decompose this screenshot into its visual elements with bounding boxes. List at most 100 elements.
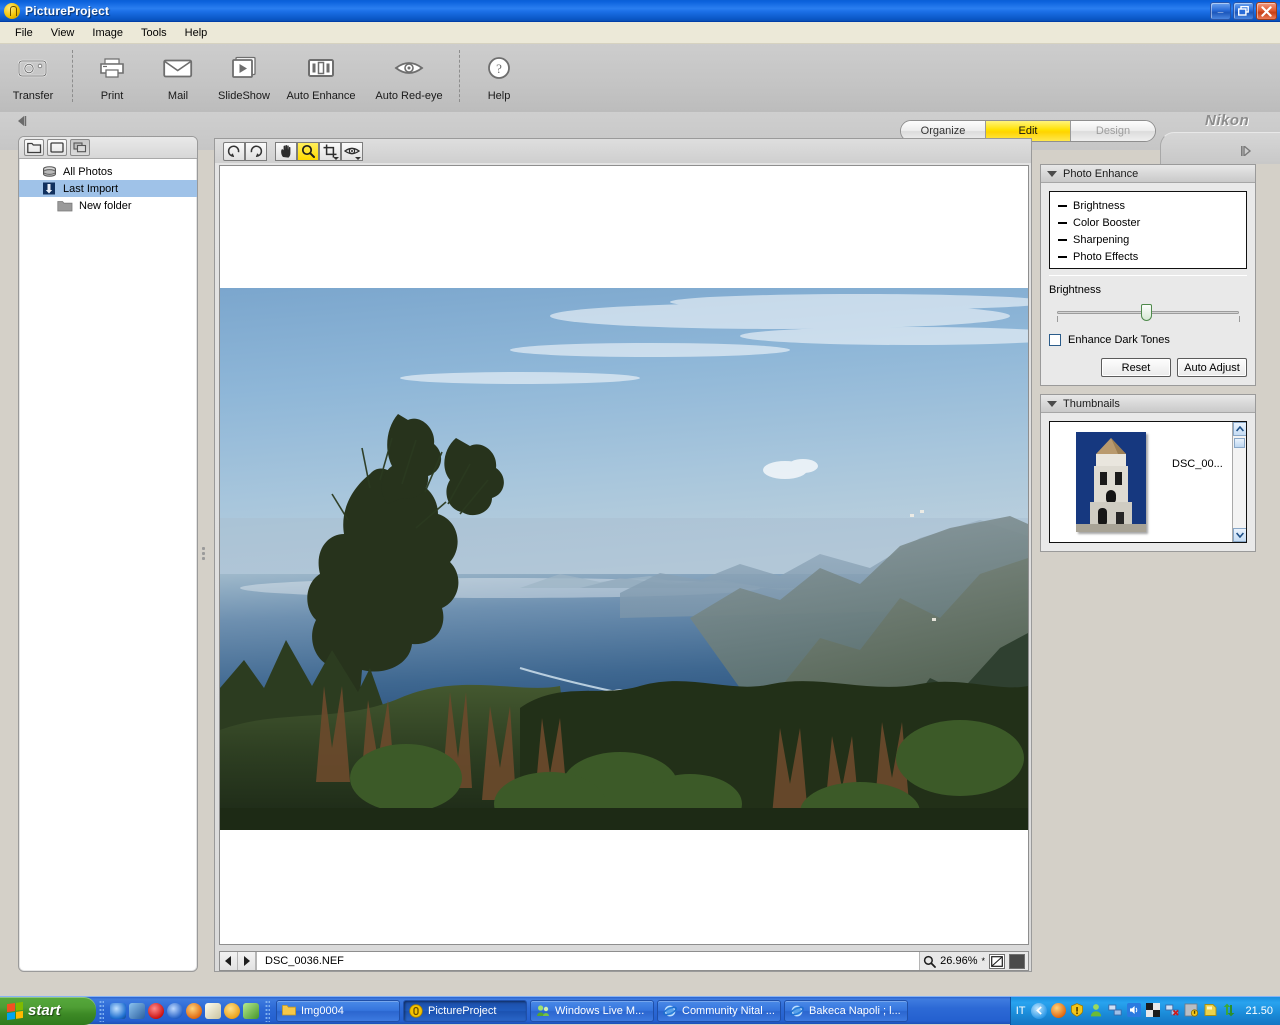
taskbar-item-pictureproject[interactable]: PictureProject (403, 999, 527, 1022)
window-title: PictureProject (25, 3, 110, 18)
hand-tool[interactable] (275, 141, 297, 161)
menu-help[interactable]: Help (176, 24, 217, 42)
image-canvas[interactable] (219, 165, 1029, 945)
chrome-quicklaunch[interactable] (224, 1002, 240, 1019)
toolbar-button-mail[interactable]: Mail (145, 48, 211, 102)
sidebar-splitter-handle[interactable] (202, 545, 208, 560)
list-item[interactable]: Brightness (1058, 197, 1238, 214)
toolbar-button-auto-red-eye[interactable]: Auto Red-eye (365, 48, 453, 102)
auto-enhance-icon (304, 53, 338, 83)
enhance-dark-tones-row[interactable]: Enhance Dark Tones (1049, 334, 1247, 346)
internet-explorer-quicklaunch[interactable] (110, 1002, 126, 1019)
menu-view[interactable]: View (42, 24, 84, 42)
crop-tool[interactable] (319, 141, 341, 161)
thumbnails-header[interactable]: Thumbnails (1041, 395, 1255, 413)
tree-item-all-photos[interactable]: All Photos (19, 163, 197, 180)
brightness-slider[interactable] (1049, 302, 1247, 324)
list-item[interactable]: Photo Effects (1058, 248, 1238, 265)
list-item[interactable]: Sharpening (1058, 231, 1238, 248)
scroll-down-button[interactable] (1233, 528, 1246, 542)
list-item-label: Color Booster (1073, 216, 1141, 229)
next-image-button[interactable] (238, 952, 256, 970)
zoom-level-value[interactable]: 26.96% (940, 955, 977, 967)
security-alert-tray-icon[interactable] (1184, 1003, 1199, 1018)
scroll-up-button[interactable] (1233, 422, 1246, 436)
enhance-dark-tones-checkbox[interactable] (1049, 334, 1061, 346)
expand-right-arrow-icon[interactable] (1240, 146, 1254, 158)
collapse-left-arrow-icon[interactable] (16, 115, 30, 127)
show-hidden-icons-chevron[interactable] (1031, 1002, 1048, 1019)
list-item-label: Brightness (1073, 199, 1125, 212)
menu-file[interactable]: File (6, 24, 42, 42)
list-item[interactable]: Color Booster (1058, 214, 1238, 231)
firefox-tray-icon[interactable] (1051, 1003, 1067, 1018)
actual-size-button[interactable] (1009, 953, 1025, 969)
previous-image-button[interactable] (220, 952, 238, 970)
photo-image (220, 288, 1028, 830)
toolbar-button-transfer[interactable]: Transfer (0, 48, 66, 102)
opera-quicklaunch[interactable] (148, 1002, 164, 1019)
messenger-quicklaunch[interactable] (243, 1002, 259, 1019)
notepad-quicklaunch[interactable] (205, 1002, 221, 1019)
tree-item-new-folder[interactable]: New folder (19, 197, 197, 214)
taskbar-item-windows-live-messenger[interactable]: Windows Live M... (530, 999, 654, 1022)
crop-tool-dropdown-caret[interactable] (333, 156, 339, 160)
enhance-options-list[interactable]: Brightness Color Booster Sharpening Phot… (1049, 191, 1247, 269)
maximize-button[interactable] (1233, 2, 1254, 20)
photo-enhance-header[interactable]: Photo Enhance (1041, 165, 1255, 183)
rotate-left-tool[interactable] (223, 141, 245, 161)
scrollbar-thumb[interactable] (1234, 438, 1245, 448)
taskbar-clock[interactable]: 21.50 (1245, 1005, 1273, 1017)
thumbnail-label: DSC_00... (1172, 458, 1223, 470)
fit-to-window-button[interactable] (989, 953, 1005, 969)
auto-adjust-button[interactable]: Auto Adjust (1177, 358, 1247, 377)
taskbar-item-img0004[interactable]: Img0004 (276, 999, 400, 1022)
folder-view-button[interactable] (24, 139, 44, 156)
red-eye-tool[interactable] (341, 141, 363, 161)
checkers-tray-icon[interactable] (1146, 1003, 1161, 1018)
network-disconnected-tray-icon[interactable] (1165, 1003, 1180, 1018)
rotate-cw-icon (250, 145, 263, 157)
language-indicator[interactable]: IT (1016, 1005, 1026, 1017)
minimize-button[interactable]: _ (1210, 2, 1231, 20)
toolbar-button-slideshow[interactable]: SlideShow (211, 48, 277, 102)
menu-tools[interactable]: Tools (132, 24, 176, 42)
media-player-quicklaunch[interactable] (167, 1002, 183, 1019)
gold-disk-tray-icon[interactable] (1203, 1003, 1218, 1018)
taskbar-separator (99, 999, 104, 1022)
update-arrows-tray-icon[interactable] (1222, 1003, 1237, 1018)
taskbar-item-bakeca-napoli[interactable]: Bakeca Napoli ; l... (784, 999, 908, 1022)
split-pane-button[interactable] (70, 139, 90, 156)
chevron-down-icon[interactable] (1047, 400, 1057, 407)
network-tray-icon[interactable] (1108, 1003, 1123, 1018)
taskbar-item-community-nital[interactable]: Community Nital ... (657, 999, 781, 1022)
bell-tower-thumbnail[interactable] (1076, 432, 1146, 532)
volume-tray-icon[interactable] (1127, 1003, 1142, 1018)
folder-gray-icon (57, 199, 73, 213)
close-button[interactable] (1256, 2, 1277, 20)
toolbar-button-help[interactable]: ? Help (466, 48, 532, 102)
tab-design[interactable]: Design (1070, 121, 1155, 141)
magnifier-icon (301, 144, 315, 158)
start-button[interactable]: start (0, 996, 96, 1025)
rotate-right-tool[interactable] (245, 141, 267, 161)
user-tray-icon[interactable] (1089, 1003, 1104, 1018)
thumbnails-list[interactable]: DSC_00... (1049, 421, 1247, 543)
image-status-bar: DSC_0036.NEF 26.96% * (219, 951, 1029, 971)
firefox-quicklaunch[interactable] (186, 1002, 202, 1019)
reset-button[interactable]: Reset (1101, 358, 1171, 377)
single-pane-button[interactable] (47, 139, 67, 156)
slider-thumb[interactable] (1141, 304, 1152, 321)
zoom-tool[interactable] (297, 141, 319, 161)
toolbar-button-auto-enhance[interactable]: Auto Enhance (277, 48, 365, 102)
toolbar-separator (72, 50, 73, 102)
toolbar-button-print[interactable]: Print (79, 48, 145, 102)
menu-image[interactable]: Image (83, 24, 132, 42)
red-eye-tool-dropdown-caret[interactable] (355, 156, 361, 160)
chevron-down-icon[interactable] (1047, 170, 1057, 177)
tree-item-last-import[interactable]: Last Import (19, 180, 197, 197)
warning-shield-tray-icon[interactable] (1070, 1003, 1085, 1018)
outlook-quicklaunch[interactable] (129, 1002, 145, 1019)
thumbnails-scrollbar[interactable] (1232, 422, 1246, 542)
windows-logo-icon (7, 1001, 23, 1020)
